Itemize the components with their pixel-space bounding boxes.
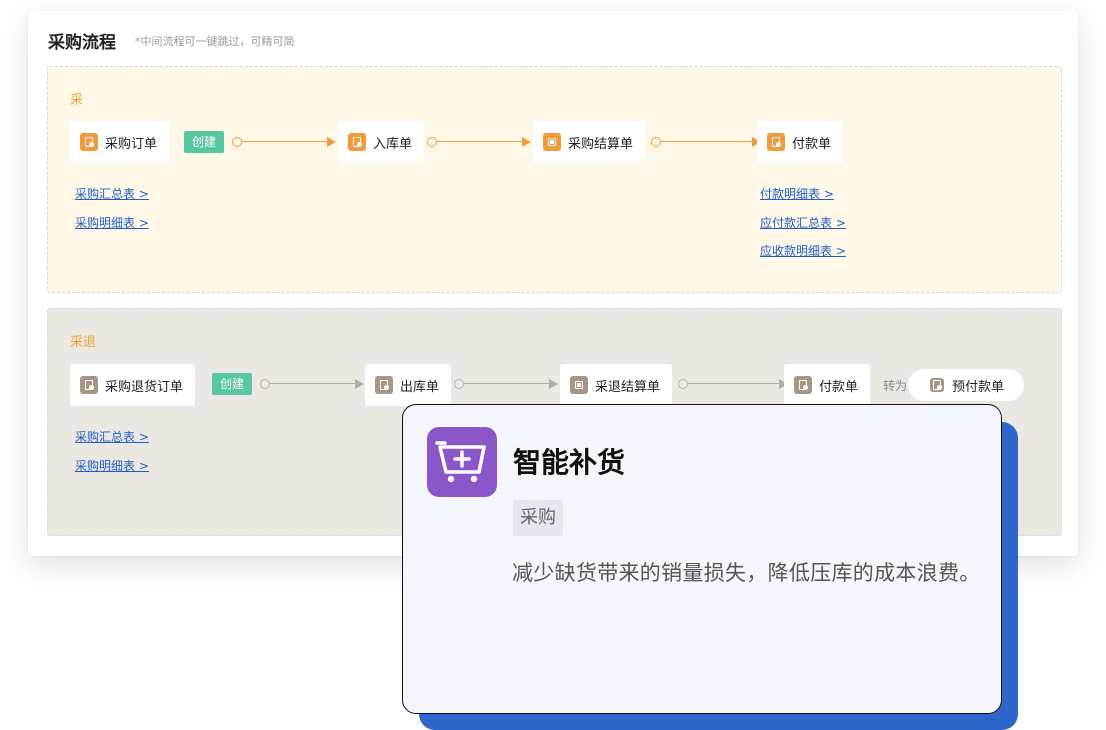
node-prepayment[interactable]: 预付款单 bbox=[908, 369, 1025, 401]
document-icon bbox=[767, 133, 785, 151]
flow-arrow bbox=[678, 379, 788, 389]
document-icon bbox=[80, 376, 98, 394]
node-label: 付款单 bbox=[819, 379, 859, 395]
node-label: 采购订单 bbox=[105, 136, 158, 152]
return-section-label: 采退 bbox=[70, 335, 97, 350]
flow-arrow bbox=[454, 379, 558, 389]
card-title: 智能补货 bbox=[513, 446, 626, 479]
document-icon bbox=[80, 133, 98, 151]
purchase-section-label: 采 bbox=[70, 93, 84, 108]
node-payment-order[interactable]: 付款单 bbox=[757, 121, 844, 163]
node-return-payment[interactable]: 付款单 bbox=[784, 364, 871, 406]
flow-arrow bbox=[427, 137, 531, 147]
box-icon bbox=[543, 133, 561, 151]
link-receivable-detail[interactable]: 应收款明细表 > bbox=[760, 242, 846, 259]
create-tag: 创建 bbox=[184, 131, 225, 153]
feature-card[interactable]: 智能补货 采购 减少缺货带来的销量损失，降低压库的成本浪费。 bbox=[402, 404, 1002, 714]
node-purchase-order[interactable]: 采购订单 bbox=[70, 121, 170, 163]
node-outbound-order[interactable]: 出库单 bbox=[365, 364, 452, 406]
node-inbound-order[interactable]: 入库单 bbox=[338, 121, 425, 163]
node-return-order[interactable]: 采购退货订单 bbox=[70, 364, 196, 406]
panel-note: *中间流程可一键跳过，可精可简 bbox=[135, 35, 295, 48]
purchase-section: 采 采购订单 创建 入库单 采购结算单 付款单 采购汇总表 > 采购明细表 > bbox=[47, 66, 1062, 293]
flow-arrow bbox=[651, 137, 761, 147]
panel-title: 采购流程 bbox=[48, 33, 116, 53]
link-purchase-detail[interactable]: 采购明细表 > bbox=[75, 457, 149, 474]
card-description: 减少缺货带来的销量损失，降低压库的成本浪费。 bbox=[512, 561, 981, 585]
convert-label: 转为 bbox=[883, 379, 908, 393]
node-label: 采购结算单 bbox=[568, 136, 634, 152]
box-icon bbox=[570, 376, 588, 394]
node-label: 付款单 bbox=[792, 136, 832, 152]
node-label: 采退结算单 bbox=[595, 379, 661, 395]
flow-arrow bbox=[260, 379, 364, 389]
document-icon bbox=[348, 133, 366, 151]
node-label: 出库单 bbox=[400, 379, 440, 395]
create-tag: 创建 bbox=[212, 373, 253, 395]
link-purchase-detail[interactable]: 采购明细表 > bbox=[75, 214, 149, 231]
link-payable-summary[interactable]: 应付款汇总表 > bbox=[760, 214, 846, 231]
document-icon bbox=[794, 376, 812, 394]
node-purchase-settlement[interactable]: 采购结算单 bbox=[533, 121, 646, 163]
card-category-tag: 采购 bbox=[513, 500, 563, 536]
link-payment-detail[interactable]: 付款明细表 > bbox=[760, 185, 834, 202]
node-label: 采购退货订单 bbox=[105, 379, 184, 395]
document-icon bbox=[375, 376, 393, 394]
link-purchase-summary[interactable]: 采购汇总表 > bbox=[75, 185, 149, 202]
node-label: 入库单 bbox=[373, 136, 413, 152]
link-purchase-summary[interactable]: 采购汇总表 > bbox=[75, 428, 149, 445]
shopping-cart-plus-icon bbox=[427, 427, 497, 497]
flow-arrow bbox=[232, 137, 336, 147]
document-icon bbox=[930, 378, 944, 392]
node-label: 预付款单 bbox=[952, 379, 1005, 395]
node-return-settlement[interactable]: 采退结算单 bbox=[560, 364, 673, 406]
